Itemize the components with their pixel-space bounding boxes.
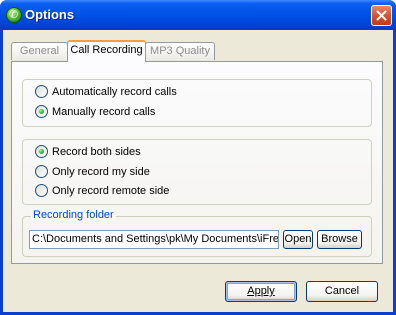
radio-button-checked[interactable] <box>35 105 48 118</box>
radio-manually-record[interactable]: Manually record calls <box>35 104 185 120</box>
window-title: Options <box>25 7 75 22</box>
radio-label: Record both sides <box>52 146 141 158</box>
radio-label: Only record remote side <box>52 185 170 197</box>
open-button[interactable]: Open <box>283 230 313 249</box>
radio-label: Only record my side <box>52 166 150 178</box>
radio-record-both-sides[interactable]: Record both sides <box>35 144 165 160</box>
phone-icon: ✆ <box>6 7 22 23</box>
radio-only-record-my-side[interactable]: Only record my side <box>35 164 165 180</box>
recording-folder-title: Recording folder <box>31 209 116 221</box>
close-icon <box>376 10 387 21</box>
call-recording-panel: Automatically record calls Manually reco… <box>11 61 383 264</box>
record-sides-group: Record both sides Only record my side On… <box>22 139 372 205</box>
radio-only-record-remote-side[interactable]: Only record remote side <box>35 183 185 199</box>
recording-folder-path-field[interactable]: C:\Documents and Settings\pk\My Document… <box>29 230 279 249</box>
radio-automatically-record[interactable]: Automatically record calls <box>35 84 205 100</box>
title-bar[interactable]: ✆ Options <box>0 0 396 30</box>
record-mode-group: Automatically record calls Manually reco… <box>22 79 372 127</box>
tab-general[interactable]: General <box>11 42 68 60</box>
radio-button-checked[interactable] <box>35 145 48 158</box>
radio-button[interactable] <box>35 165 48 178</box>
cancel-button[interactable]: Cancel <box>306 281 378 302</box>
radio-label: Manually record calls <box>52 106 156 118</box>
radio-button[interactable] <box>35 184 48 197</box>
options-window: ✆ Options General Call Recording MP3 Qua… <box>0 0 396 315</box>
radio-label: Automatically record calls <box>52 86 177 98</box>
tab-call-recording[interactable]: Call Recording <box>67 40 146 62</box>
dialog-body: General Call Recording MP3 Quality Autom… <box>3 30 393 312</box>
apply-label: Apply <box>247 285 275 297</box>
radio-button[interactable] <box>35 85 48 98</box>
browse-button[interactable]: Browse <box>317 230 362 249</box>
close-button[interactable] <box>371 5 392 26</box>
tab-mp3-quality[interactable]: MP3 Quality <box>145 42 215 60</box>
recording-folder-group: Recording folder C:\Documents and Settin… <box>22 209 372 257</box>
apply-button[interactable]: Apply <box>225 281 297 302</box>
